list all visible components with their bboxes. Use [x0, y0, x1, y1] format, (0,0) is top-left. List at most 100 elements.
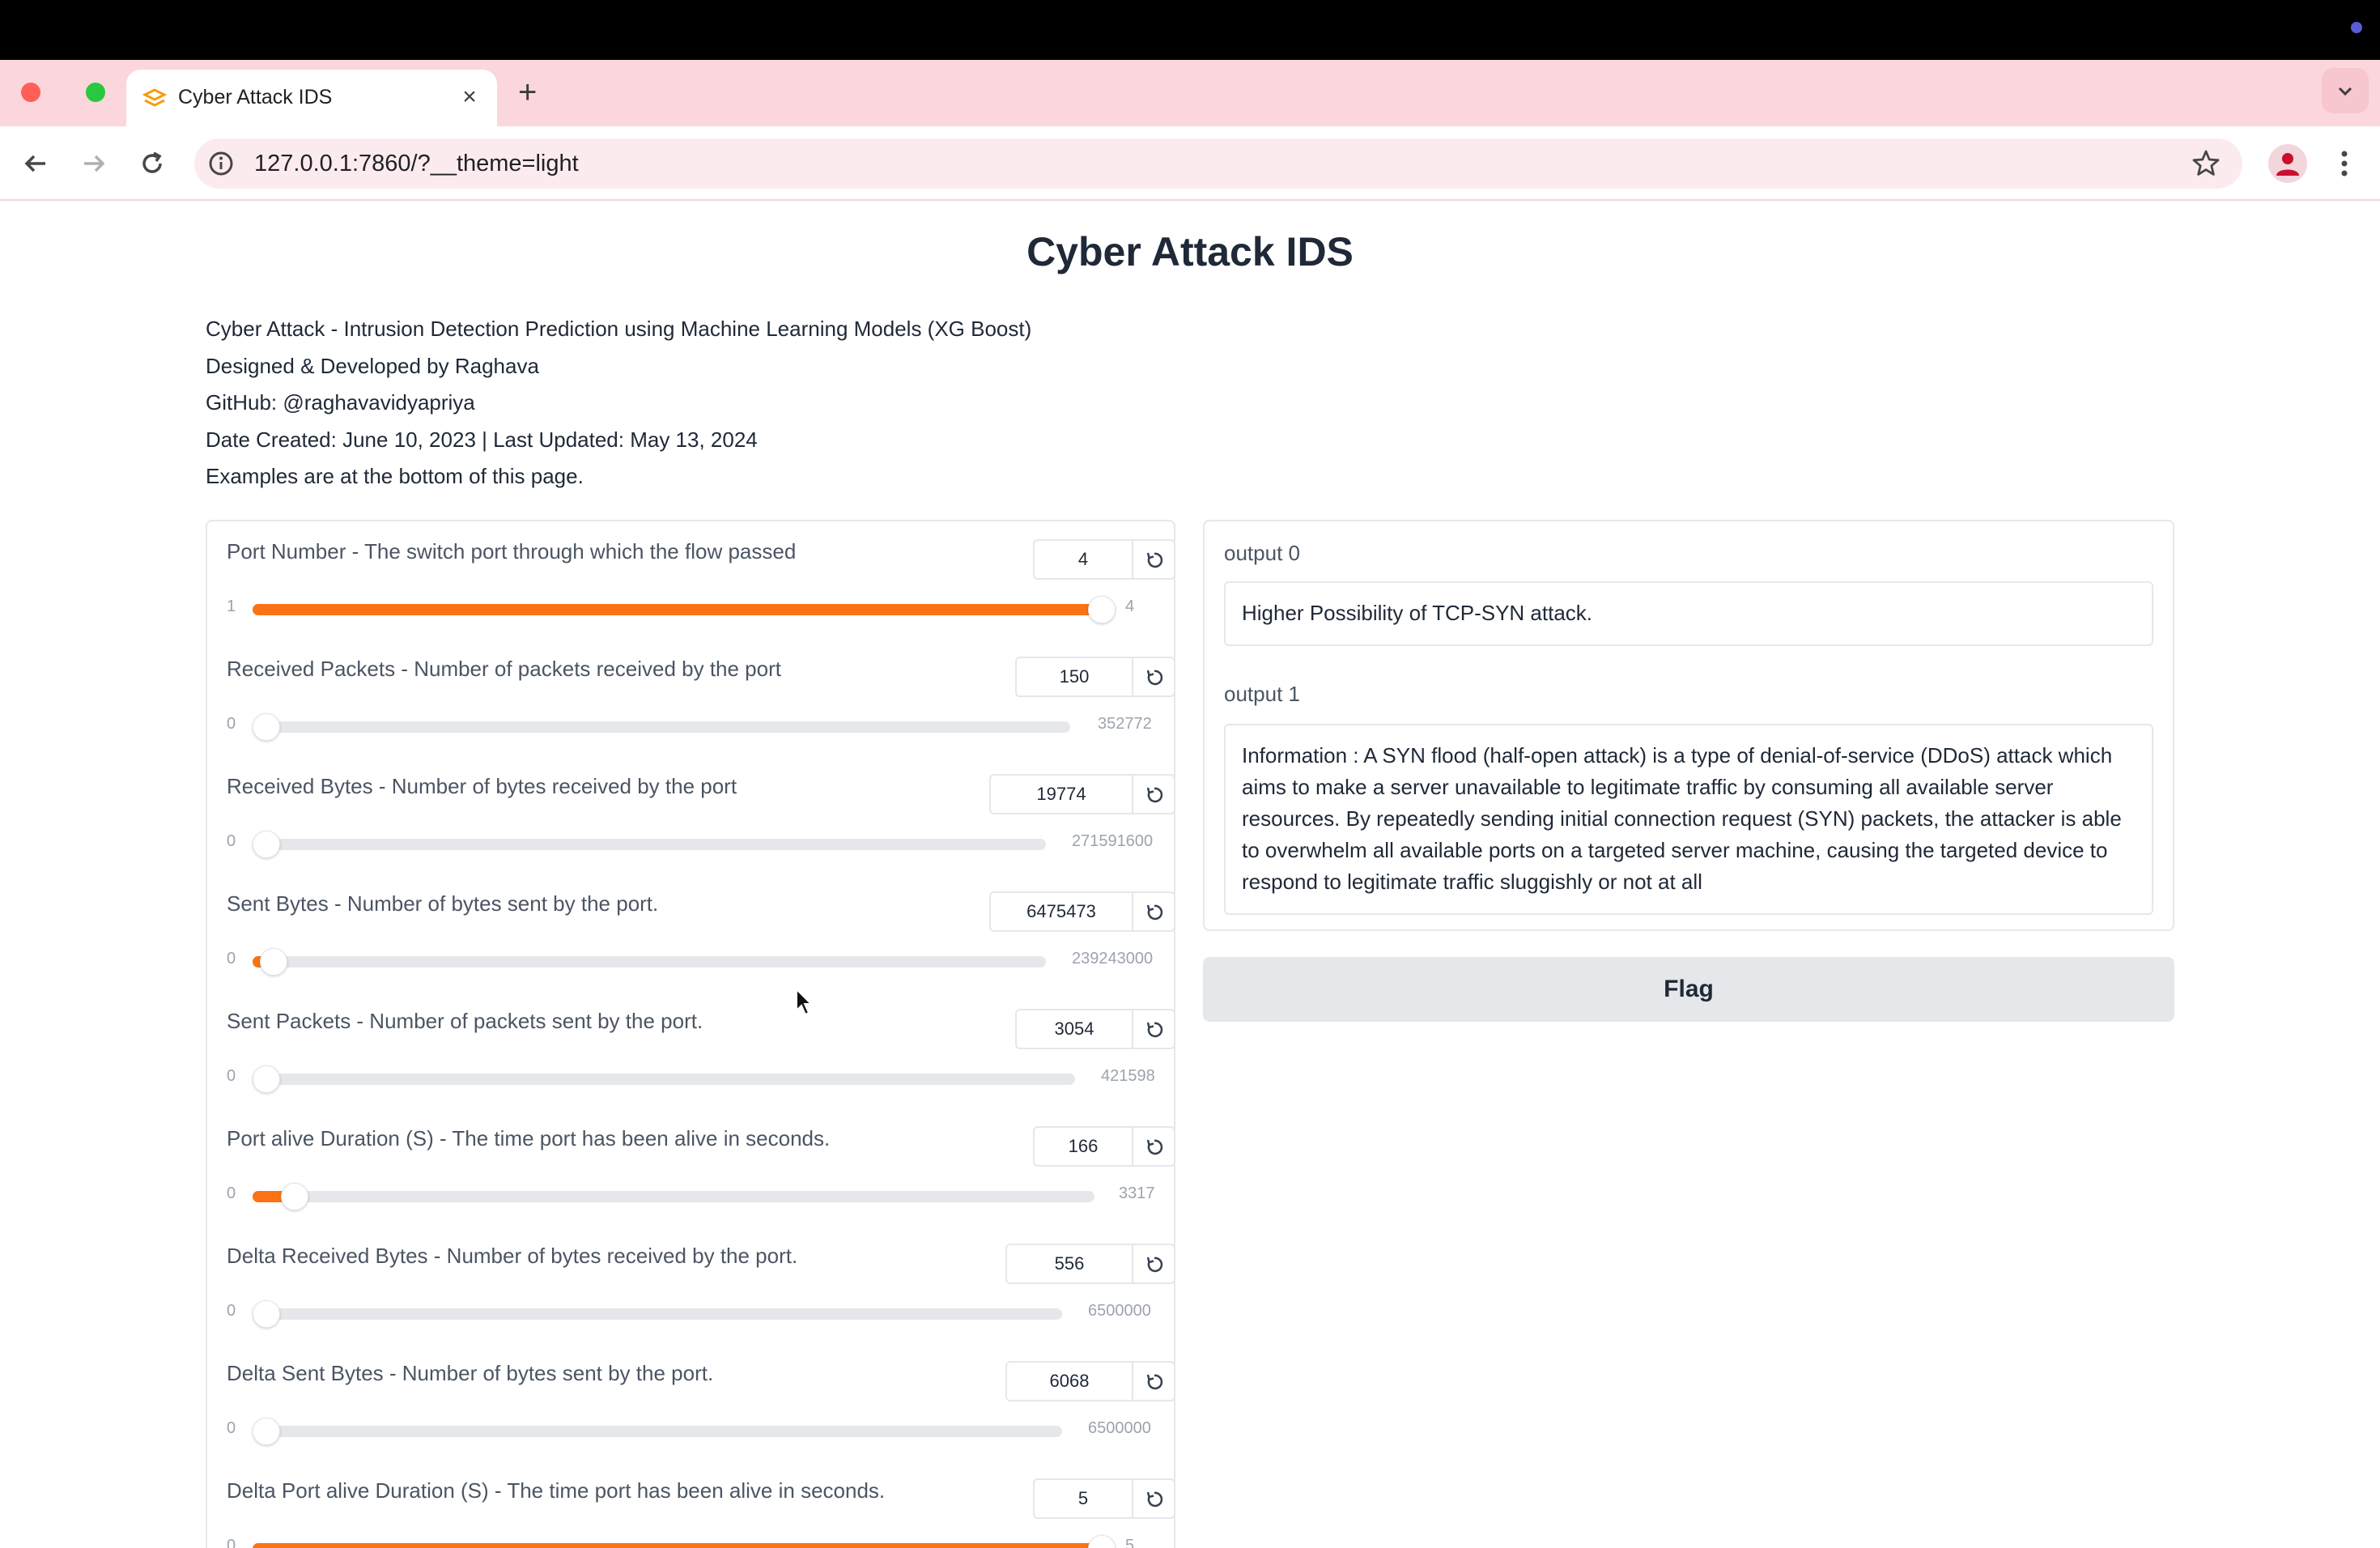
received-bytes-slider: Received Bytes - Number of bytes receive… [227, 756, 1175, 874]
number-input[interactable]: 6475473 [989, 891, 1132, 932]
close-window-button[interactable] [21, 83, 40, 102]
description-line: Examples are at the bottom of this page. [206, 464, 584, 488]
slider-label: Delta Received Bytes - Number of bytes r… [227, 1244, 798, 1268]
browser-tab[interactable]: Cyber Attack IDS × [126, 70, 497, 126]
flag-button[interactable]: Flag [1203, 957, 2174, 1022]
arrow-right-icon [84, 155, 105, 172]
forward-button[interactable] [76, 146, 112, 181]
slider-thumb[interactable] [253, 831, 280, 858]
more-options-icon[interactable] [2330, 146, 2359, 181]
slider-track[interactable] [253, 831, 1046, 858]
page-title: Cyber Attack IDS [1026, 229, 1354, 274]
slider-label: Received Packets - Number of packets rec… [227, 657, 781, 681]
slider-min-label: 0 [227, 1067, 236, 1085]
number-input[interactable]: 3054 [1015, 1009, 1132, 1049]
sent-bytes-slider: Sent Bytes - Number of bytes sent by the… [227, 874, 1175, 991]
slider-thumb[interactable] [260, 948, 288, 976]
reload-icon [142, 151, 162, 173]
slider-track[interactable] [253, 1300, 1062, 1328]
slider-track[interactable] [253, 1065, 1075, 1093]
bookmark-star-icon[interactable] [2191, 148, 2221, 179]
slider-max-label: 3317 [1119, 1184, 1155, 1202]
slider-label: Delta Sent Bytes - Number of bytes sent … [227, 1361, 714, 1385]
maximize-window-button[interactable] [86, 83, 105, 102]
number-field: 556 [1005, 1244, 1175, 1284]
number-input[interactable]: 4 [1033, 539, 1132, 580]
number-input[interactable]: 6068 [1005, 1361, 1132, 1401]
slider-thumb[interactable] [253, 1065, 280, 1093]
slider-min-label: 0 [227, 1537, 236, 1548]
number-field: 6068 [1005, 1361, 1175, 1401]
description-line: GitHub: @raghavavidyapriya [206, 390, 475, 415]
description-line: Designed & Developed by Raghava [206, 353, 539, 378]
tab-title: Cyber Attack IDS [178, 86, 333, 108]
slider-max-label: 239243000 [1072, 950, 1154, 968]
slider-min-label: 1 [227, 598, 236, 615]
reset-icon [1146, 904, 1163, 921]
user-icon [2276, 153, 2299, 176]
address-bar[interactable]: 127.0.0.1:7860/?__theme=light [194, 138, 2242, 189]
sent-packets-slider: Sent Packets - Number of packets sent by… [227, 991, 1175, 1108]
app-logo-icon [142, 88, 167, 107]
number-input[interactable]: 5 [1033, 1478, 1132, 1519]
reset-button[interactable] [1132, 891, 1175, 932]
slider-thumb[interactable] [253, 713, 280, 741]
slider-min-label: 0 [227, 950, 236, 968]
slider-label: Received Bytes - Number of bytes receive… [227, 774, 737, 798]
site-info-icon[interactable] [207, 150, 235, 177]
number-field: 3054 [1015, 1009, 1175, 1049]
slider-max-label: 6500000 [1088, 1302, 1151, 1320]
reset-button[interactable] [1132, 774, 1175, 814]
new-tab-icon[interactable]: + [518, 76, 537, 108]
reset-button[interactable] [1132, 1009, 1175, 1049]
reset-icon [1146, 787, 1163, 803]
slider-min-label: 0 [227, 715, 236, 733]
chevron-down-icon [2338, 87, 2352, 96]
reset-button[interactable] [1132, 1244, 1175, 1284]
slider-label: Port alive Duration (S) - The time port … [227, 1126, 831, 1150]
reset-icon [1146, 1374, 1163, 1390]
number-input[interactable]: 19774 [989, 774, 1132, 814]
reset-button[interactable] [1132, 1478, 1175, 1519]
output-0-textbox[interactable]: Higher Possibility of TCP-SYN attack. [1224, 581, 2153, 646]
port-number-slider: Port Number - The switch port through wh… [227, 521, 1175, 639]
reset-button[interactable] [1132, 539, 1175, 580]
slider-thumb[interactable] [1088, 596, 1116, 623]
port-alive-duration-slider: Port alive Duration (S) - The time port … [227, 1108, 1175, 1226]
reset-button[interactable] [1132, 657, 1175, 697]
slider-track[interactable] [253, 1183, 1094, 1210]
number-input[interactable]: 150 [1015, 657, 1132, 697]
slider-track[interactable] [253, 1418, 1062, 1445]
status-dot-icon [2351, 22, 2362, 33]
back-button[interactable] [18, 146, 53, 181]
slider-min-label: 0 [227, 832, 236, 850]
reload-button[interactable] [134, 146, 170, 181]
slider-thumb[interactable] [1088, 1535, 1116, 1548]
output-1-textbox[interactable]: Information : A SYN flood (half-open att… [1224, 724, 2153, 915]
slider-thumb[interactable] [253, 1300, 280, 1328]
browser-toolbar: 127.0.0.1:7860/?__theme=light [0, 126, 2380, 201]
delta-sent-bytes-slider: Delta Sent Bytes - Number of bytes sent … [227, 1343, 1175, 1461]
number-input[interactable]: 166 [1033, 1126, 1132, 1167]
reset-button[interactable] [1132, 1126, 1175, 1167]
slider-thumb[interactable] [253, 1418, 280, 1445]
slider-track[interactable] [253, 713, 1070, 741]
reset-icon [1146, 552, 1163, 568]
description: Cyber Attack - Intrusion Detection Predi… [206, 311, 1031, 495]
reset-button[interactable] [1132, 1361, 1175, 1401]
number-field: 19774 [989, 774, 1175, 814]
reset-icon [1146, 1257, 1163, 1273]
slider-max-label: 5 [1125, 1537, 1135, 1548]
close-tab-icon[interactable]: × [453, 81, 486, 113]
reset-icon [1146, 1139, 1163, 1155]
number-input[interactable]: 556 [1005, 1244, 1132, 1284]
slider-track[interactable] [253, 1535, 1116, 1548]
profile-avatar[interactable] [2268, 144, 2307, 183]
slider-track[interactable] [253, 596, 1116, 623]
outputs-panel: output 0 Higher Possibility of TCP-SYN a… [1203, 520, 2174, 931]
output-1-label: output 1 [1224, 682, 1300, 706]
slider-max-label: 271591600 [1072, 832, 1154, 850]
tab-search-button[interactable] [2322, 68, 2369, 113]
slider-thumb[interactable] [281, 1183, 308, 1210]
slider-track[interactable] [253, 948, 1046, 976]
